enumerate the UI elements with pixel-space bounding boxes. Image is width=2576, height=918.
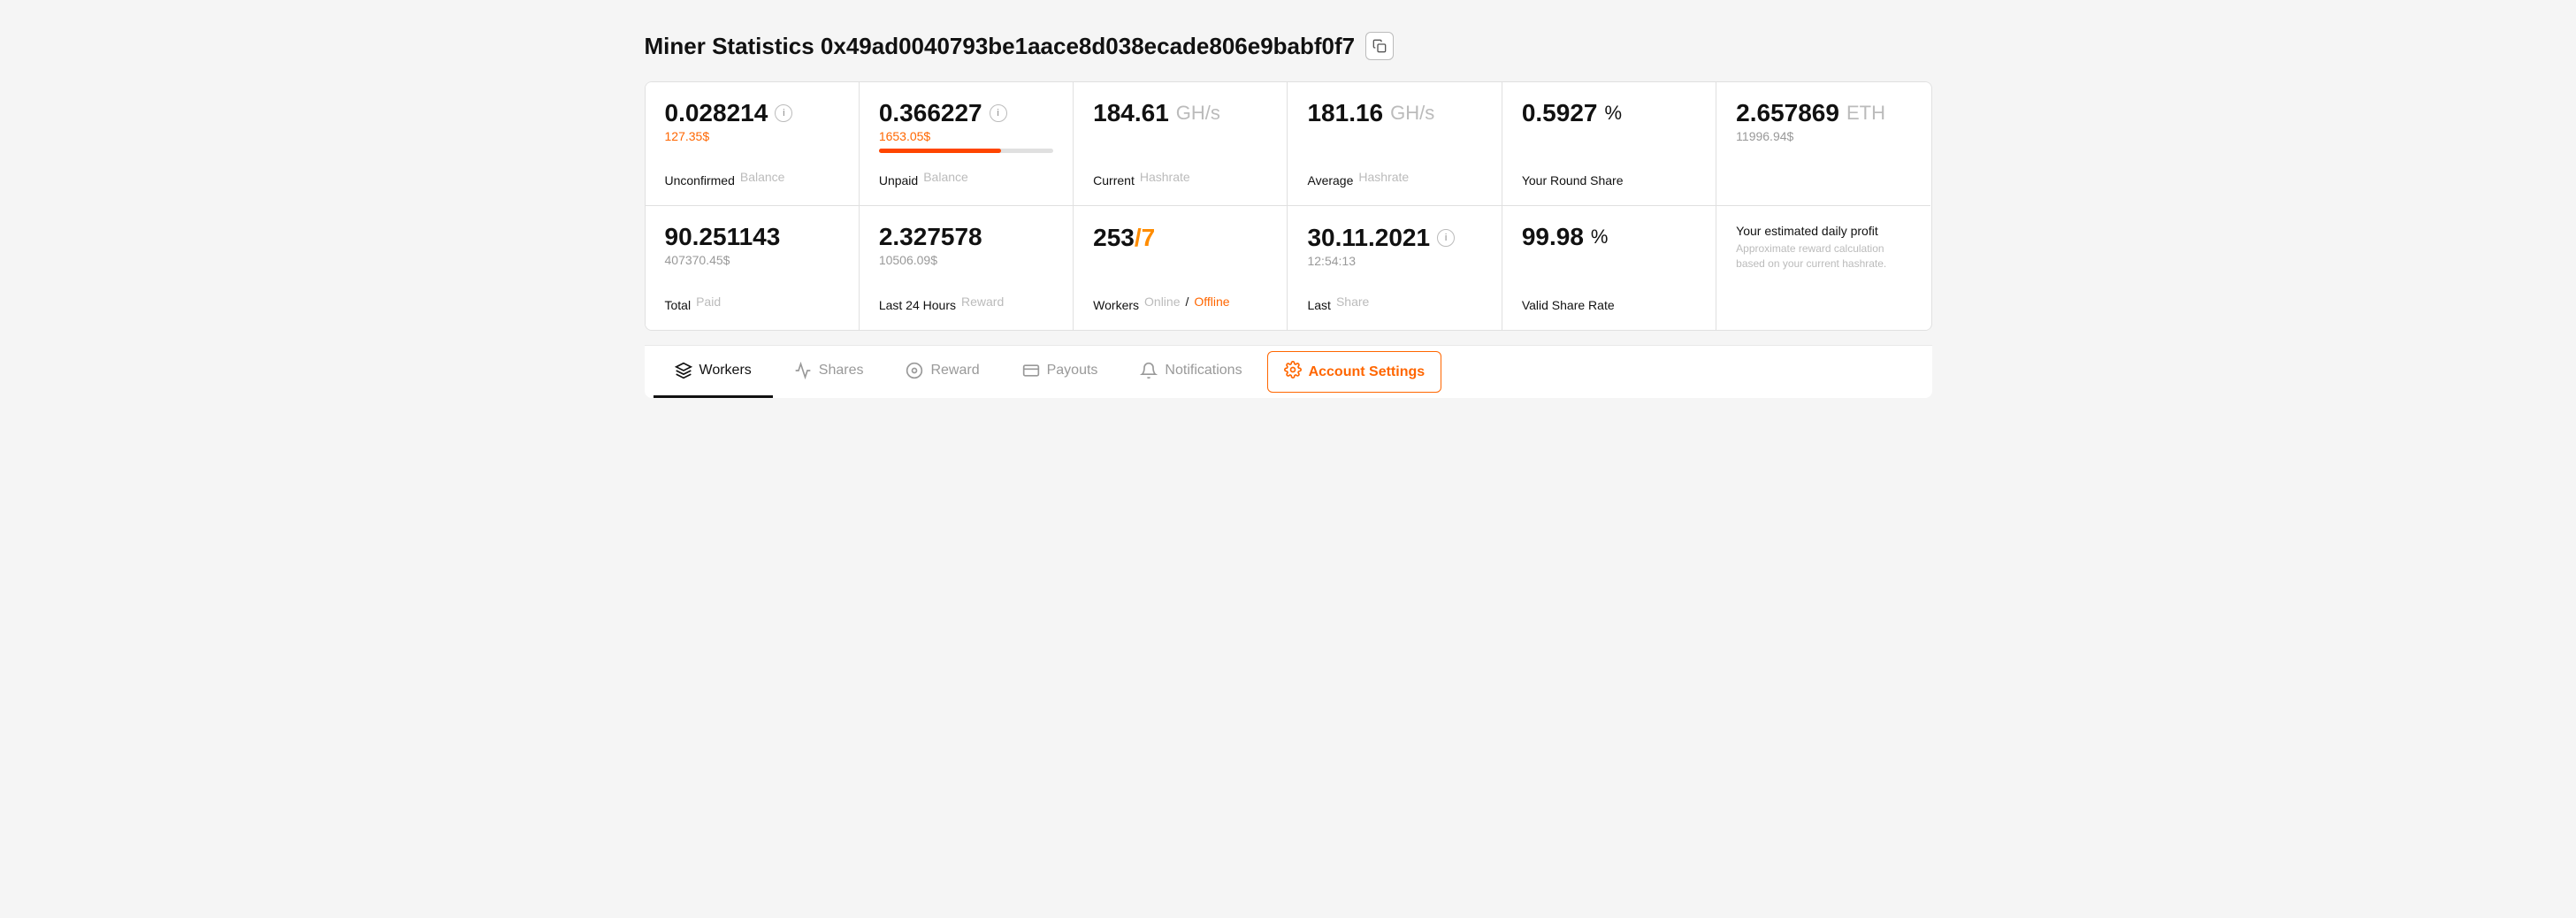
chart-icon [794, 362, 812, 379]
wallet-icon [1022, 362, 1040, 379]
current-hashrate-label-gray: Hashrate [1140, 170, 1190, 184]
layers-icon [675, 362, 692, 379]
last24h-usd: 10506.09$ [879, 253, 1053, 267]
workers-label: Workers [1093, 298, 1139, 312]
unpaid-progress-container [879, 149, 1053, 153]
tab-shares-label: Shares [819, 363, 864, 379]
unpaid-label: Unpaid [879, 173, 918, 187]
current-hashrate-value: 184.61 [1093, 100, 1169, 127]
unconfirmed-balance-cell: 0.028214 i 127.35$ Unconfirmed Balance [646, 82, 860, 206]
total-paid-value: 90.251143 [665, 224, 781, 251]
unpaid-usd: 1653.05$ [879, 129, 1053, 143]
tab-reward[interactable]: Reward [884, 346, 1000, 398]
round-share-label: Your Round Share [1522, 173, 1624, 187]
copy-button[interactable] [1365, 32, 1394, 60]
last24h-reward-cell: 2.327578 10506.09$ Last 24 Hours Reward [860, 206, 1074, 330]
page-header: Miner Statistics 0x49ad0040793be1aace8d0… [645, 18, 1932, 60]
daily-profit-subtitle: Approximate reward calculation based on … [1736, 241, 1911, 272]
eth-suffix: ETH [1846, 102, 1885, 125]
tab-payouts[interactable]: Payouts [1001, 346, 1120, 398]
unconfirmed-info-icon[interactable]: i [775, 104, 792, 122]
total-paid-cell: 90.251143 407370.45$ Total Paid [646, 206, 860, 330]
valid-share-label: Valid Share Rate [1522, 298, 1615, 312]
last-share-label-row: Last Share [1307, 291, 1481, 312]
gear-icon [1284, 361, 1302, 383]
tab-notifications[interactable]: Notifications [1119, 346, 1263, 398]
average-hashrate-cell: 181.16 GH/s Average Hashrate [1288, 82, 1502, 206]
total-paid-label-row: Total Paid [665, 291, 839, 312]
workers-label-row: Workers Online / Offline [1093, 291, 1267, 312]
tab-shares[interactable]: Shares [773, 346, 885, 398]
daily-profit-cell: Your estimated daily profit Approximate … [1716, 206, 1930, 330]
tab-account-settings[interactable]: Account Settings [1267, 351, 1442, 393]
tab-notifications-label: Notifications [1165, 363, 1242, 379]
last-share-time: 12:54:13 [1307, 254, 1481, 268]
daily-profit-title: Your estimated daily profit [1736, 224, 1911, 238]
average-hashrate-label-row: Average Hashrate [1307, 166, 1481, 187]
last24h-label-row: Last 24 Hours Reward [879, 291, 1053, 312]
unpaid-value: 0.366227 [879, 100, 982, 127]
unconfirmed-label-row: Unconfirmed Balance [665, 166, 839, 187]
workers-cell: 253 / 7 Workers Online / Offline [1074, 206, 1288, 330]
workers-online-label: Online [1144, 295, 1180, 309]
valid-share-label-row: Valid Share Rate [1522, 291, 1696, 312]
unconfirmed-usd: 127.35$ [665, 129, 839, 143]
eth-value-cell: 2.657869 ETH 11996.94$ [1716, 82, 1930, 206]
round-share-cell: 0.5927 % Your Round Share [1502, 82, 1716, 206]
main-container: Miner Statistics 0x49ad0040793be1aace8d0… [645, 18, 1932, 398]
total-paid-label-gray: Paid [696, 295, 721, 309]
unpaid-balance-cell: 0.366227 i 1653.05$ Unpaid Balance [860, 82, 1074, 206]
last24h-value: 2.327578 [879, 224, 982, 251]
average-hashrate-label: Average [1307, 173, 1353, 187]
last-share-label-gray: Share [1336, 295, 1369, 309]
eth-usd: 11996.94$ [1736, 129, 1911, 143]
valid-share-value: 99.98 [1522, 224, 1584, 251]
valid-share-suffix: % [1591, 226, 1609, 248]
nav-tabs: Workers Shares Reward [645, 345, 1932, 398]
total-paid-label: Total [665, 298, 692, 312]
eth-value: 2.657869 [1736, 100, 1839, 127]
unconfirmed-label: Unconfirmed [665, 173, 735, 187]
unpaid-label-gray: Balance [923, 170, 968, 184]
average-hashrate-suffix: GH/s [1390, 102, 1434, 125]
current-hashrate-label-row: Current Hashrate [1093, 166, 1267, 187]
unpaid-info-icon[interactable]: i [990, 104, 1007, 122]
unpaid-progress-fill [879, 149, 1001, 153]
round-share-suffix: % [1604, 103, 1622, 124]
last24h-label: Last 24 Hours [879, 298, 956, 312]
page-title: Miner Statistics 0x49ad0040793be1aace8d0… [645, 33, 1356, 60]
unpaid-label-row: Unpaid Balance [879, 166, 1053, 187]
toggle-icon [906, 362, 923, 379]
round-share-value: 0.5927 [1522, 100, 1598, 127]
tab-workers[interactable]: Workers [654, 346, 773, 398]
workers-online-count: 253 [1093, 224, 1135, 252]
current-hashrate-cell: 184.61 GH/s Current Hashrate [1074, 82, 1288, 206]
last-share-label: Last [1307, 298, 1330, 312]
tab-workers-label: Workers [699, 363, 752, 379]
average-hashrate-label-gray: Hashrate [1358, 170, 1409, 184]
workers-slash: / [1135, 224, 1142, 252]
bell-icon [1140, 362, 1158, 379]
tab-reward-label: Reward [930, 363, 979, 379]
unconfirmed-label-gray: Balance [740, 170, 785, 184]
current-hashrate-suffix: GH/s [1176, 102, 1220, 125]
last24h-label-gray: Reward [961, 295, 1004, 309]
current-hashrate-label: Current [1093, 173, 1135, 187]
tab-payouts-label: Payouts [1047, 363, 1098, 379]
total-paid-usd: 407370.45$ [665, 253, 839, 267]
last-share-info-icon[interactable]: i [1437, 229, 1455, 247]
valid-share-rate-cell: 99.98 % Valid Share Rate [1502, 206, 1716, 330]
workers-offline-count: 7 [1142, 224, 1156, 252]
workers-value-row: 253 / 7 [1093, 224, 1267, 252]
last-share-date: 30.11.2021 [1307, 224, 1430, 252]
last-share-cell: 30.11.2021 i 12:54:13 Last Share [1288, 206, 1502, 330]
average-hashrate-value: 181.16 [1307, 100, 1383, 127]
workers-offline-label: Offline [1194, 295, 1229, 309]
unconfirmed-value: 0.028214 [665, 100, 768, 127]
round-share-label-row: Your Round Share [1522, 166, 1696, 187]
stats-grid: 0.028214 i 127.35$ Unconfirmed Balance 0… [645, 81, 1932, 331]
account-settings-label: Account Settings [1309, 364, 1426, 380]
